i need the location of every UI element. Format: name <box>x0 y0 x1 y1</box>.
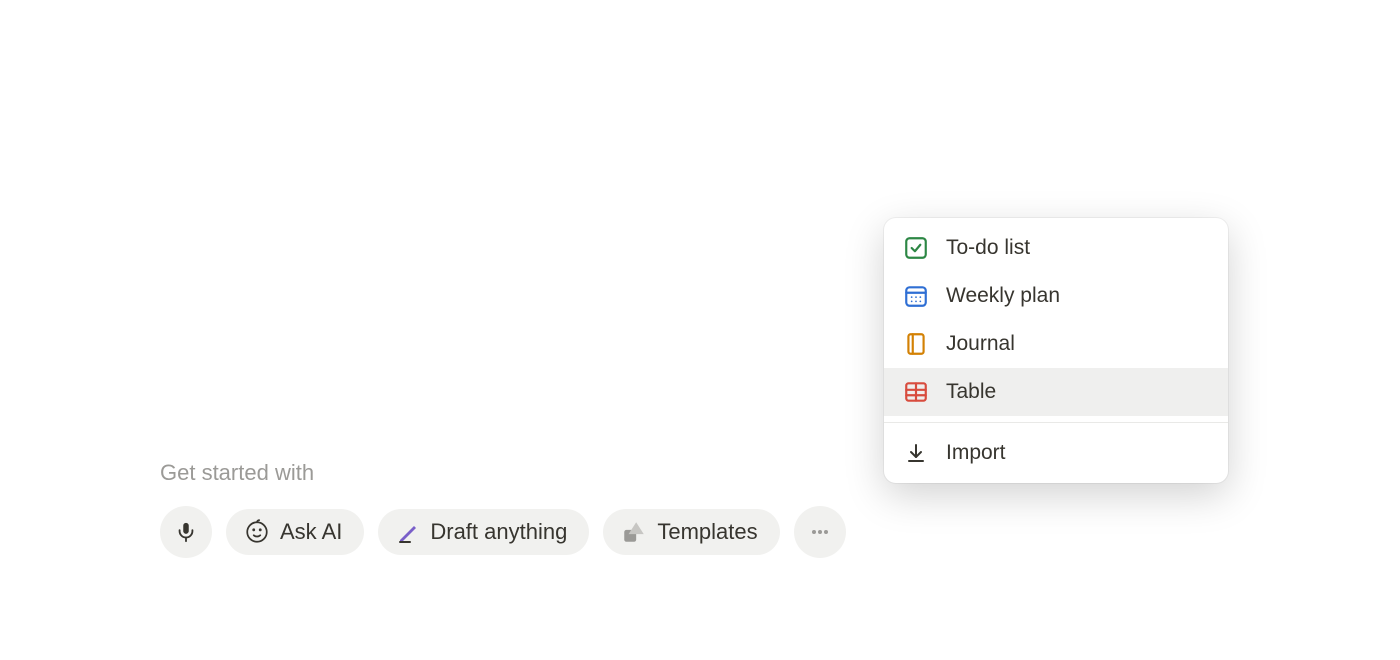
templates-label: Templates <box>657 519 757 545</box>
popover-item-label: Import <box>946 441 1006 465</box>
get-started-label: Get started with <box>160 460 846 486</box>
popover-section-templates: To-do list Weekly plan <box>884 218 1228 422</box>
journal-icon <box>902 330 930 358</box>
calendar-icon <box>902 282 930 310</box>
popover-item-label: Weekly plan <box>946 284 1060 308</box>
checkbox-icon <box>902 234 930 262</box>
more-button[interactable] <box>794 506 846 558</box>
pencil-icon <box>396 520 420 544</box>
download-icon <box>902 439 930 467</box>
templates-button[interactable]: Templates <box>603 509 779 555</box>
draft-anything-label: Draft anything <box>430 519 567 545</box>
popover-item-label: Journal <box>946 332 1015 356</box>
table-icon <box>902 378 930 406</box>
popover-item-table[interactable]: Table <box>884 368 1228 416</box>
dots-horizontal-icon <box>808 520 832 544</box>
face-icon <box>244 519 270 545</box>
popover-item-label: Table <box>946 380 996 404</box>
popover-item-label: To-do list <box>946 236 1030 260</box>
get-started-block: Get started with Ask <box>160 460 846 558</box>
shapes-icon <box>621 519 647 545</box>
ask-ai-button[interactable]: Ask AI <box>226 509 364 555</box>
popover-item-import[interactable]: Import <box>884 429 1228 477</box>
microphone-icon <box>175 521 197 543</box>
popover-item-weekly-plan[interactable]: Weekly plan <box>884 272 1228 320</box>
popover-item-todo-list[interactable]: To-do list <box>884 224 1228 272</box>
popover-item-journal[interactable]: Journal <box>884 320 1228 368</box>
microphone-button[interactable] <box>160 506 212 558</box>
draft-anything-button[interactable]: Draft anything <box>378 509 589 555</box>
popover-section-import: Import <box>884 423 1228 483</box>
more-options-popover: To-do list Weekly plan <box>884 218 1228 483</box>
actions-row: Ask AI Draft anything Templates <box>160 506 846 558</box>
ask-ai-label: Ask AI <box>280 519 342 545</box>
